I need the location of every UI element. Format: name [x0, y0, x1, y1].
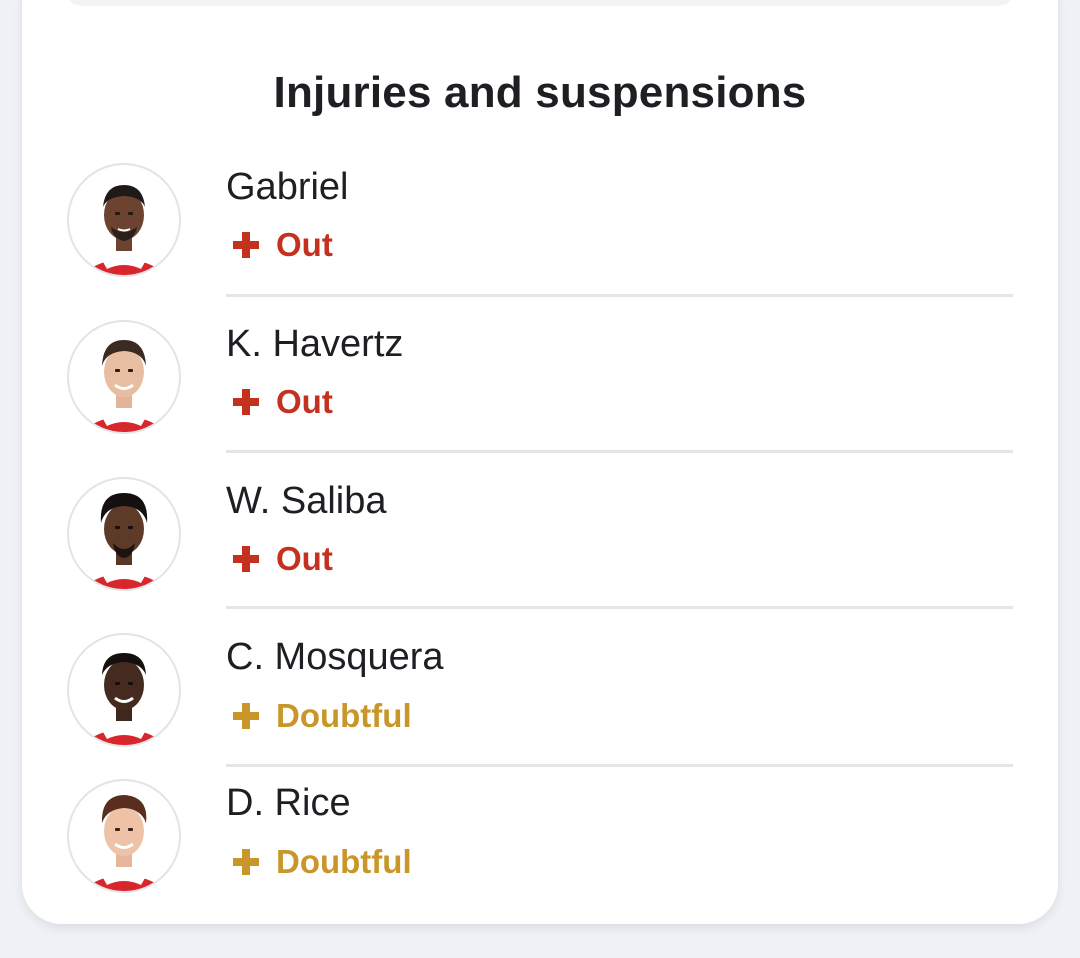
divider — [226, 294, 1013, 297]
status-label: Out — [276, 540, 333, 577]
player-avatar — [67, 779, 181, 893]
divider — [226, 606, 1013, 609]
status-badge: Out — [232, 225, 333, 265]
divider — [226, 764, 1013, 767]
injuries-card: Injuries and suspensions Gabriel Out K. … — [22, 0, 1058, 924]
player-avatar — [67, 477, 181, 591]
status-label: Doubtful — [276, 697, 412, 734]
player-avatar — [67, 633, 181, 747]
medical-cross-icon — [233, 546, 259, 572]
medical-cross-icon — [233, 232, 259, 258]
status-label: Out — [276, 383, 333, 420]
status-badge: Doubtful — [232, 696, 412, 736]
status-badge: Out — [232, 539, 333, 579]
divider — [226, 450, 1013, 453]
player-avatar — [67, 320, 181, 434]
player-name: Gabriel — [226, 166, 349, 208]
player-avatar — [67, 163, 181, 277]
status-badge: Doubtful — [232, 842, 412, 882]
player-name: D. Rice — [226, 782, 351, 824]
medical-cross-icon — [233, 703, 259, 729]
player-name: W. Saliba — [226, 480, 387, 522]
list-item[interactable]: D. Rice Doubtful — [22, 0, 1058, 893]
status-label: Out — [276, 226, 333, 263]
status-badge: Out — [232, 382, 333, 422]
player-name: C. Mosquera — [226, 636, 444, 678]
medical-cross-icon — [233, 849, 259, 875]
status-label: Doubtful — [276, 843, 412, 880]
player-name: K. Havertz — [226, 323, 404, 365]
medical-cross-icon — [233, 389, 259, 415]
player-list: Gabriel Out K. Havertz Out W. Saliba Out… — [22, 0, 1058, 924]
